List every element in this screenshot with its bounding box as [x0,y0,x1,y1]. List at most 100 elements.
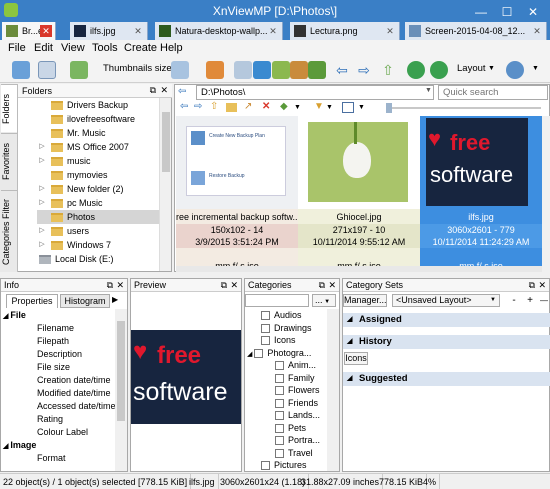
category-item[interactable]: Pets [275,422,306,435]
expand-arrow-icon[interactable]: ▷ [37,196,47,210]
scroll-thumb[interactable] [162,112,170,172]
menu-file[interactable]: File [8,42,26,54]
image-edit-icon[interactable] [272,61,290,79]
category-checkbox[interactable] [275,423,284,433]
category-checkbox[interactable] [275,361,284,371]
tag-icon[interactable] [253,61,271,79]
property-section[interactable]: ◢ File [1,309,115,322]
layout-button[interactable]: Layout [457,63,486,74]
expand-arrow-icon[interactable]: ▷ [37,140,47,154]
manager-button[interactable]: Manager... [343,294,387,307]
view-dropdown-icon[interactable]: ▼ [358,104,365,111]
slideshow-icon[interactable] [171,61,189,79]
collapse-icon[interactable]: — [539,294,549,307]
filter-icon[interactable]: ▼ [314,101,324,112]
category-item[interactable]: Audios [261,309,302,322]
category-item[interactable]: Anim... [275,359,316,372]
category-checkbox[interactable] [275,436,284,446]
zoom-slider-thumb[interactable] [386,103,392,113]
section-assigned[interactable]: ◢ Assigned [343,313,550,327]
category-scrollbar[interactable] [327,309,339,471]
close-tab-icon[interactable]: ✕ [40,25,52,37]
rotate-right-icon[interactable] [430,61,448,79]
folder-up-icon[interactable]: ⇧ [210,101,218,112]
tab-browser[interactable]: Br...er ✕ [2,22,56,40]
zoom-slider[interactable] [386,103,541,113]
move-icon[interactable]: ↗ [244,101,252,112]
tab-lectura[interactable]: Lectura.png ✕ [290,22,400,40]
category-checkbox[interactable] [261,336,270,346]
filter-dropdown-icon[interactable]: ▼ [326,104,333,111]
category-item[interactable]: Pictures [261,459,307,471]
property-section[interactable]: ◢ Image [1,439,115,452]
category-filter-input[interactable] [245,294,309,307]
expand-arrow-icon[interactable]: ▷ [37,154,47,168]
fullscreen-icon[interactable] [12,61,30,79]
menu-view[interactable]: View [61,42,85,54]
expand-arrow-icon[interactable]: ▷ [37,182,47,196]
expand-arrow-icon[interactable]: ▷ [37,238,47,252]
add-icon[interactable]: + [523,294,537,307]
category-checkbox[interactable] [275,373,284,383]
folder-item[interactable]: ▷ MS Office 2007 [37,140,159,154]
back-icon[interactable]: ⇦ [180,101,188,112]
layout-dropdown-icon[interactable]: ▼ [488,65,495,72]
grid-view-icon[interactable] [342,102,354,113]
category-checkbox[interactable] [261,461,270,471]
gear-dropdown-icon[interactable]: ▼ [532,65,539,72]
info-scrollbar[interactable] [115,309,127,471]
category-item[interactable]: Family [275,372,315,385]
category-item[interactable]: Icons [261,334,296,347]
batch-icon[interactable] [308,61,326,79]
tab-natura[interactable]: Natura-desktop-wallp... ✕ [155,22,283,40]
category-options-button[interactable]: ... ▼ [312,294,336,307]
minimize-icon[interactable]: — [468,3,494,21]
tab-properties[interactable]: Properties [6,294,58,308]
tab-scroll-icon[interactable]: ▶ [112,295,118,304]
menu-tools[interactable]: Tools [92,42,118,54]
view-mode-icon[interactable] [38,61,56,79]
close-panel-icon[interactable]: ✕ [230,280,238,291]
search-input[interactable] [438,85,548,100]
close-window-icon[interactable]: ✕ [520,3,546,21]
category-checkbox[interactable] [261,323,270,333]
folder-item[interactable]: Mr. Music [37,126,159,140]
category-item[interactable]: Friends [275,397,318,410]
category-checkbox[interactable] [254,348,264,358]
close-panel-icon[interactable]: ✕ [116,280,124,291]
back-icon[interactable]: ⇦ [333,61,351,79]
category-checkbox[interactable] [275,386,284,396]
drive-item[interactable]: ▷Local Disk (E:) [37,252,159,266]
category-checkbox[interactable] [261,311,270,321]
close-tab-icon[interactable]: ✕ [267,25,279,37]
section-history[interactable]: ◢ History [343,335,550,349]
forward-icon[interactable]: ⇨ [194,101,202,112]
tab-histogram[interactable]: Histogram [60,294,110,308]
side-tab-favorites[interactable]: Favorites [1,133,17,189]
folder-scrollbar[interactable] [159,98,171,271]
browser-scrollbar[interactable] [542,116,550,272]
side-tab-categories-filter[interactable]: Categories Filter [1,190,17,272]
folder-item[interactable]: ▷ New folder (2) [37,182,159,196]
expand-arrow-icon[interactable]: ▷ [37,224,47,238]
nav-back-icon[interactable]: ⇦ [178,86,186,97]
close-tab-icon[interactable]: ✕ [531,25,543,37]
history-tag-icons[interactable]: Icons [344,352,368,365]
tag-icon[interactable]: ◆ [280,101,288,112]
close-panel-icon[interactable]: ✕ [328,280,336,291]
category-checkbox[interactable] [275,411,284,421]
folder-item[interactable]: ▷ Windows 7 [37,238,159,252]
rotate-left-icon[interactable] [407,61,425,79]
up-icon[interactable]: ⇧ [379,61,397,79]
section-suggested[interactable]: ◢ Suggested [343,372,550,386]
thumbnail-item[interactable]: Create New Backup Plan Restore Backup re… [176,116,298,272]
tag-dropdown-icon[interactable]: ▼ [294,104,301,111]
close-tab-icon[interactable]: ✕ [384,25,396,37]
menu-help[interactable]: Help [160,42,183,54]
side-tab-folders[interactable]: Folders [1,84,17,132]
sort-icon[interactable] [70,61,88,79]
path-input[interactable] [196,85,434,100]
maximize-icon[interactable]: ☐ [494,3,520,21]
tab-ilfs[interactable]: ilfs.jpg ✕ [70,22,148,40]
category-item[interactable]: ◢ Photogra... [247,347,311,360]
